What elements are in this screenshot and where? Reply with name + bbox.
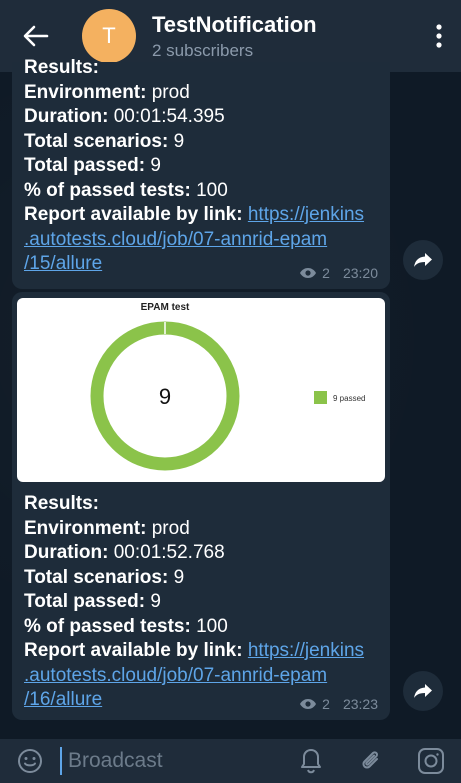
environment-label: Environment: xyxy=(24,517,147,539)
report-link-part[interactable]: /15/allure xyxy=(24,253,102,274)
total-scenarios-label: Total scenarios: xyxy=(24,130,169,152)
report-label: Report available by link: xyxy=(24,204,243,225)
chart-image[interactable]: EPAM test 9 9 passed xyxy=(17,298,385,482)
bell-icon xyxy=(301,749,321,774)
donut-chart: EPAM test 9 9 passed xyxy=(90,302,365,471)
more-button[interactable] xyxy=(417,0,461,72)
more-vert-icon xyxy=(436,24,442,48)
duration-label: Duration: xyxy=(24,542,109,563)
environment-value: prod xyxy=(146,81,190,103)
total-passed-value: 9 xyxy=(145,155,161,176)
duration-value: 00:01:54.395 xyxy=(108,106,225,127)
emoji-button[interactable] xyxy=(0,748,60,774)
chart-title: EPAM test xyxy=(141,302,190,313)
passed-percent-value: 100 xyxy=(190,615,228,637)
total-scenarios-label: Total scenarios: xyxy=(24,566,169,588)
paperclip-icon xyxy=(362,751,378,769)
back-arrow-icon xyxy=(23,25,49,47)
report-link-part[interactable]: /16/allure xyxy=(24,689,102,710)
duration-label: Duration: xyxy=(24,106,109,127)
camera-button[interactable] xyxy=(401,747,461,775)
total-scenarios-value: 9 xyxy=(168,566,185,588)
share-icon xyxy=(414,253,432,267)
share-button[interactable] xyxy=(403,240,443,280)
legend-swatch xyxy=(314,391,327,404)
view-count: 2 xyxy=(322,696,330,712)
view-count: 2 xyxy=(322,265,330,281)
channel-title: TestNotification xyxy=(152,11,317,37)
attach-button[interactable] xyxy=(341,748,401,774)
message-composer: Broadcast xyxy=(0,739,461,783)
report-label: Report available by link: xyxy=(24,640,243,661)
legend-label: 9 passed xyxy=(333,394,365,403)
share-button[interactable] xyxy=(403,671,443,711)
donut-center-label: 9 xyxy=(159,384,171,409)
passed-percent-value: 100 xyxy=(190,179,228,201)
total-scenarios-value: 9 xyxy=(168,130,185,152)
message-bubble[interactable]: Results: Environment: prod Duration: 00:… xyxy=(12,57,390,289)
passed-percent-label: % of passed tests: xyxy=(24,615,191,637)
environment-value: prod xyxy=(146,517,190,539)
share-icon xyxy=(414,684,432,698)
duration-value: 00:01:52.768 xyxy=(108,542,225,563)
broadcast-input[interactable]: Broadcast xyxy=(60,747,281,775)
results-label: Results: xyxy=(24,57,99,78)
report-link-part[interactable]: .autotests.cloud/job/07-annrid-epam xyxy=(24,665,327,686)
notifications-button[interactable] xyxy=(281,748,341,774)
eye-icon xyxy=(300,268,317,278)
total-passed-label: Total passed: xyxy=(24,591,146,612)
emoji-icon xyxy=(18,749,42,773)
message-meta: 2 23:23 xyxy=(299,696,378,712)
eye-icon xyxy=(300,699,317,709)
channel-info[interactable]: TestNotification 2 subscribers xyxy=(152,12,417,61)
camera-icon xyxy=(418,748,444,774)
message-text: Results: Environment: prod Duration: 00:… xyxy=(12,492,376,713)
passed-percent-label: % of passed tests: xyxy=(24,179,191,201)
message-time: 23:23 xyxy=(342,696,378,712)
total-passed-value: 9 xyxy=(145,591,161,612)
report-link-part[interactable]: .autotests.cloud/job/07-annrid-epam xyxy=(24,229,327,250)
total-passed-label: Total passed: xyxy=(24,155,146,176)
message-bubble[interactable]: EPAM test 9 9 passed Results: Environmen… xyxy=(12,292,390,720)
channel-avatar[interactable]: T xyxy=(82,9,136,63)
message-text: Results: Environment: prod Duration: 00:… xyxy=(12,56,390,277)
report-link-part[interactable]: https://jenkins xyxy=(248,204,364,225)
message-time: 23:20 xyxy=(342,265,378,281)
results-label: Results: xyxy=(24,493,99,514)
environment-label: Environment: xyxy=(24,81,147,103)
report-link-part[interactable]: https://jenkins xyxy=(248,640,364,661)
message-meta: 2 23:20 xyxy=(299,265,378,281)
